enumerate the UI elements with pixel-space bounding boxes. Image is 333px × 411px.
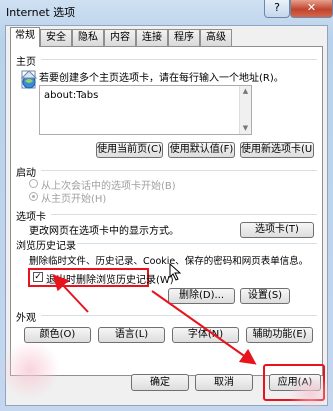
arrow-to-apply-icon: [151, 290, 257, 365]
arrow-to-checkbox-icon: [52, 274, 89, 313]
internet-options-window: Internet 选项 ? ✕ 常规 安全 隐私 内容 连接 程序 高级 主页 …: [0, 0, 333, 411]
tab-general[interactable]: 常规: [10, 27, 40, 47]
watermark-logo-left: [0, 340, 60, 400]
watermark-logo-right: [288, 375, 333, 411]
